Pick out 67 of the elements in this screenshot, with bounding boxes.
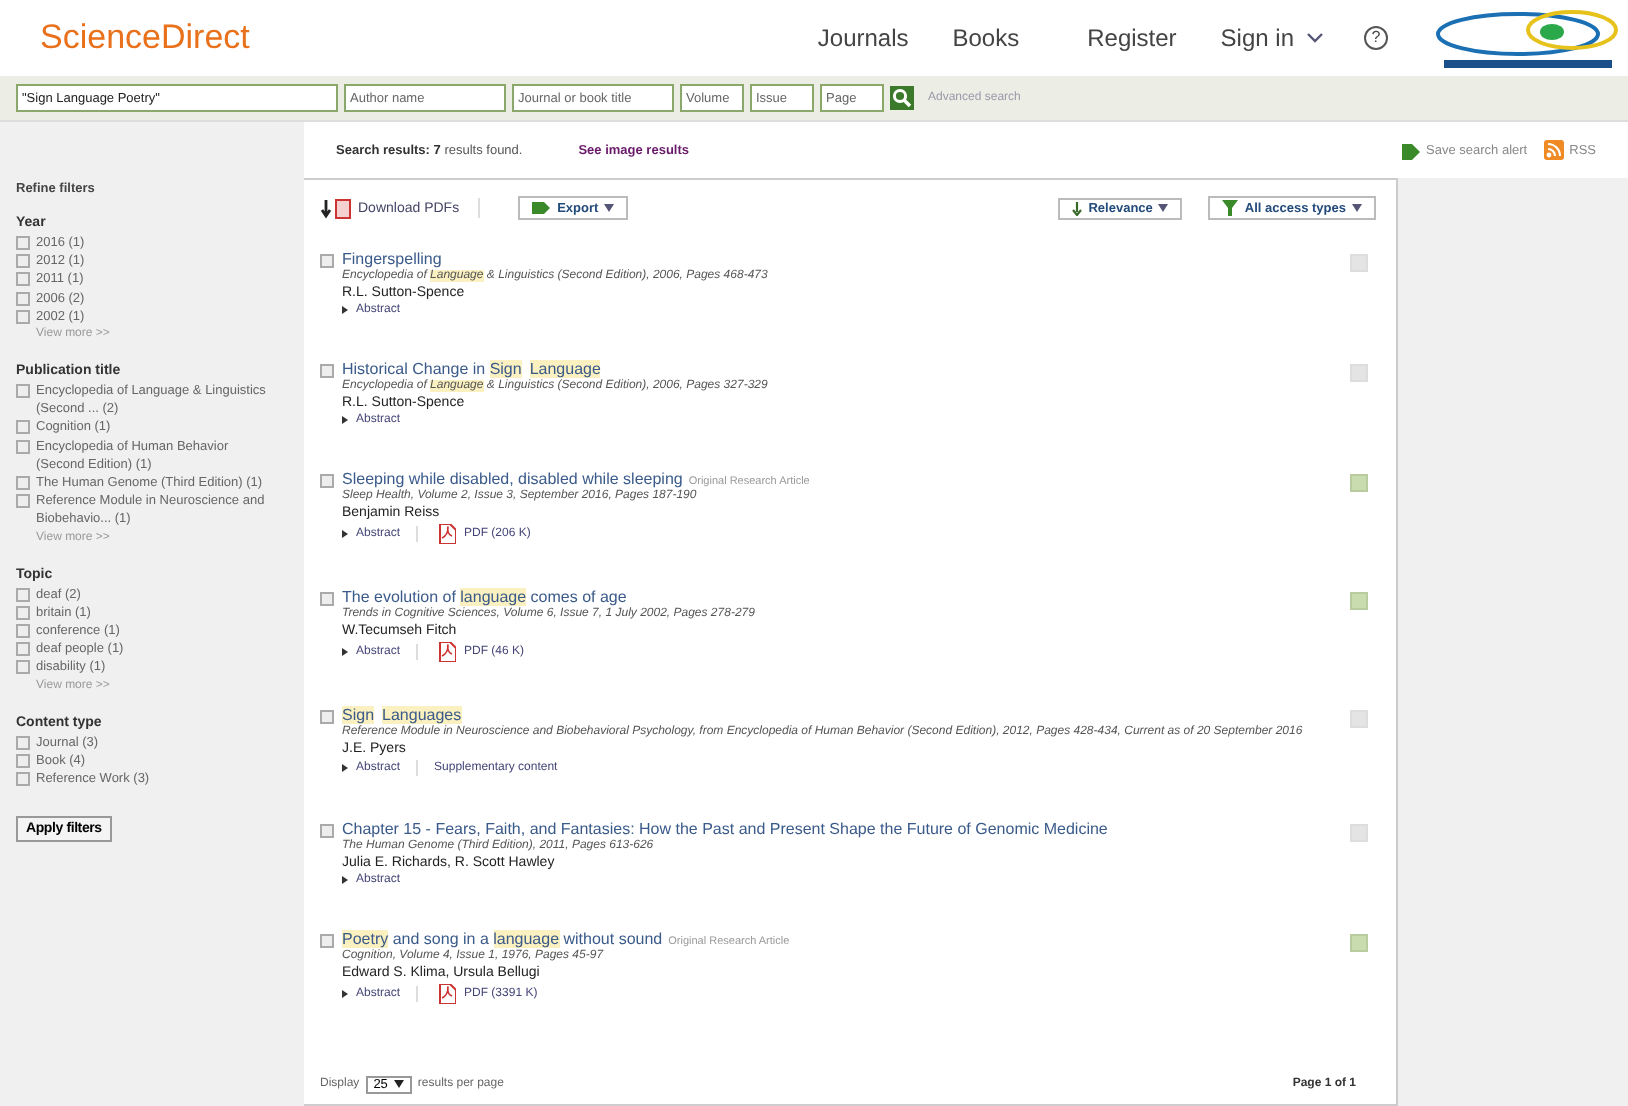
pdf-icon (438, 642, 457, 662)
filter-checkbox[interactable] (16, 660, 30, 675)
filter-checkbox[interactable] (16, 642, 30, 657)
filter-checkbox[interactable] (16, 309, 30, 324)
result-checkbox[interactable] (320, 710, 334, 724)
filter-checkbox[interactable] (16, 439, 30, 454)
help-button[interactable]: ? (1364, 26, 1388, 50)
caret-icon (393, 1080, 404, 1088)
highlighted-title-term[interactable]: Sign (489, 360, 522, 378)
result-title-link[interactable]: Fingerspelling (342, 250, 442, 268)
highlighted-title-term[interactable]: language (493, 930, 560, 948)
result-title-link[interactable]: Chapter 15 - Fears, Faith, and Fantasies: How the Past and Present Shape the Future of Genomic Medicine (342, 820, 1108, 838)
expand-arrow-icon (342, 990, 348, 998)
highlighted-title-term[interactable]: Languages (382, 706, 462, 724)
highlighted-title-term[interactable]: Poetry (342, 930, 389, 948)
result-title-link[interactable]: and song in a (388, 930, 494, 948)
filter-checkbox[interactable] (16, 605, 30, 620)
download-pdf-icon (320, 197, 352, 219)
filter-checkbox[interactable] (16, 236, 30, 250)
search-button[interactable] (890, 86, 914, 110)
register-link[interactable]: Register (1087, 24, 1177, 52)
highlighted-title-term[interactable]: language (460, 588, 527, 606)
filter-checkbox[interactable] (16, 420, 30, 435)
result-title-link[interactable]: The evolution of (342, 588, 461, 606)
expand-arrow-icon (342, 764, 348, 772)
expand-arrow-icon (342, 530, 348, 538)
filter-checkbox[interactable] (16, 476, 30, 491)
caret-icon (1352, 204, 1362, 212)
result-checkbox[interactable] (320, 364, 334, 378)
result-checkbox[interactable] (320, 474, 334, 488)
filter-checkbox[interactable] (16, 587, 30, 602)
nav-link[interactable]: Journals (817, 24, 909, 52)
highlighted-title-term[interactable]: Sign (342, 706, 375, 724)
expand-arrow-icon (342, 416, 348, 424)
filter-checkbox[interactable] (16, 735, 30, 750)
chevron-icon (1306, 32, 1324, 44)
pdf-icon (438, 984, 457, 1004)
filter-checkbox[interactable] (16, 272, 30, 287)
caret-icon (1158, 204, 1169, 212)
result-checkbox[interactable] (320, 254, 334, 268)
result-checkbox[interactable] (320, 824, 334, 838)
expand-arrow-icon (342, 306, 348, 314)
result-checkbox[interactable] (320, 934, 334, 948)
filter-checkbox[interactable] (16, 753, 30, 768)
result-title-link[interactable]: comes of age (526, 588, 627, 606)
down-arrow-icon (1072, 201, 1083, 215)
rss-icon (1543, 140, 1564, 160)
export-icon (531, 200, 552, 216)
nav-link[interactable]: Books (952, 24, 1020, 52)
filter-checkbox[interactable] (16, 384, 30, 399)
tag-icon (1402, 141, 1421, 159)
filter-checkbox[interactable] (16, 772, 30, 787)
result-title-link[interactable]: without sound (559, 930, 663, 948)
filter-checkbox[interactable] (16, 624, 30, 639)
filter-checkbox[interactable] (16, 291, 30, 306)
sign-in-link[interactable]: Sign in (1220, 24, 1294, 52)
filter-checkbox[interactable] (16, 254, 30, 269)
highlighted-title-term[interactable]: Language (529, 360, 601, 378)
result-checkbox[interactable] (320, 592, 334, 606)
pdf-icon (438, 524, 457, 544)
result-title-link[interactable]: Sleeping while disabled, disabled while sleeping (342, 470, 683, 488)
expand-arrow-icon (342, 648, 348, 656)
expand-arrow-icon (342, 876, 348, 884)
result-title-link[interactable]: Historical Change in (342, 360, 490, 378)
filter-checkbox[interactable] (16, 494, 30, 509)
funnel-icon (1222, 200, 1239, 216)
caret-icon (604, 204, 615, 212)
